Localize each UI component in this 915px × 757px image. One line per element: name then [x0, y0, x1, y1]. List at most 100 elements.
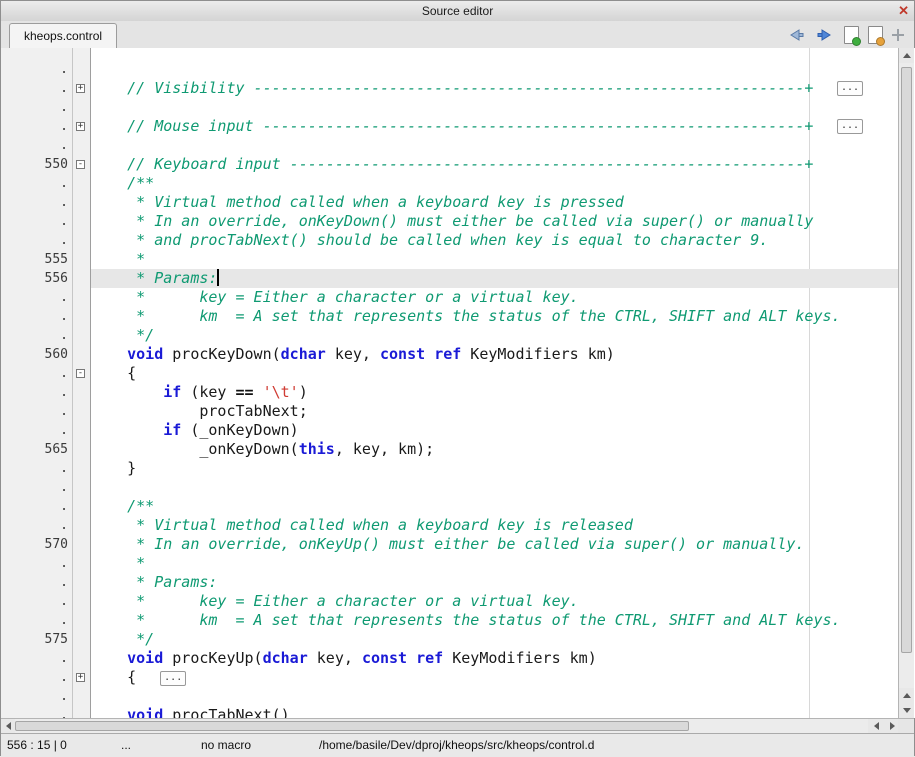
- code-text[interactable]: * km = A set that represents the status …: [91, 611, 900, 630]
- code-line[interactable]: 560 void procKeyDown(dchar key, const re…: [1, 345, 900, 364]
- document-green-icon[interactable]: [844, 26, 859, 44]
- fold-toggle-icon[interactable]: +: [76, 673, 85, 682]
- code-line[interactable]: . *: [1, 554, 900, 573]
- code-line[interactable]: .: [1, 687, 900, 706]
- dock-handle-icon[interactable]: [892, 29, 904, 41]
- code-text[interactable]: {: [91, 364, 900, 383]
- code-text[interactable]: [91, 60, 900, 79]
- code-line[interactable]: .+ // Visibility -----------------------…: [1, 79, 900, 98]
- code-text[interactable]: */: [91, 326, 900, 345]
- scroll-up-button-2[interactable]: [899, 688, 914, 703]
- scroll-up-button[interactable]: [899, 48, 914, 63]
- folded-code-ellipsis[interactable]: ...: [160, 671, 186, 686]
- code-text[interactable]: * km = A set that represents the status …: [91, 307, 900, 326]
- code-line[interactable]: . * km = A set that represents the statu…: [1, 611, 900, 630]
- code-text[interactable]: * In an override, onKeyUp() must either …: [91, 535, 900, 554]
- code-line[interactable]: . */: [1, 326, 900, 345]
- code-text[interactable]: [91, 478, 900, 497]
- code-text[interactable]: * Virtual method called when a keyboard …: [91, 516, 900, 535]
- code-text[interactable]: procTabNext;: [91, 402, 900, 421]
- go-back-icon[interactable]: [786, 27, 806, 43]
- code-line[interactable]: . * Virtual method called when a keyboar…: [1, 516, 900, 535]
- code-line[interactable]: . /**: [1, 174, 900, 193]
- code-line[interactable]: .: [1, 60, 900, 79]
- code-line[interactable]: . if (_onKeyDown): [1, 421, 900, 440]
- code-line[interactable]: 575 */: [1, 630, 900, 649]
- code-text[interactable]: // Mouse input -------------------------…: [91, 117, 900, 136]
- code-line[interactable]: .: [1, 478, 900, 497]
- code-rows[interactable]: ..+ // Visibility ----------------------…: [1, 60, 900, 718]
- code-text[interactable]: /**: [91, 174, 900, 193]
- scroll-left-button[interactable]: [1, 719, 15, 733]
- folded-code-ellipsis[interactable]: ...: [837, 119, 863, 134]
- code-line[interactable]: 555 *: [1, 250, 900, 269]
- code-line[interactable]: . * In an override, onKeyDown() must eit…: [1, 212, 900, 231]
- fold-gutter-cell: [73, 516, 91, 535]
- code-text[interactable]: }: [91, 459, 900, 478]
- go-forward-icon[interactable]: [815, 27, 835, 43]
- code-line[interactable]: . * Params:: [1, 573, 900, 592]
- code-line[interactable]: 556 * Params:: [1, 269, 900, 288]
- code-line[interactable]: . * km = A set that represents the statu…: [1, 307, 900, 326]
- code-text[interactable]: void procTabNext(): [91, 706, 900, 718]
- code-text[interactable]: * Params:: [91, 269, 900, 288]
- close-icon[interactable]: ✕: [898, 1, 909, 21]
- code-line[interactable]: . procTabNext;: [1, 402, 900, 421]
- code-line[interactable]: 570 * In an override, onKeyUp() must eit…: [1, 535, 900, 554]
- code-text[interactable]: // Visibility --------------------------…: [91, 79, 900, 98]
- code-text[interactable]: void procKeyDown(dchar key, const ref Ke…: [91, 345, 900, 364]
- code-text[interactable]: void procKeyUp(dchar key, const ref KeyM…: [91, 649, 900, 668]
- code-line[interactable]: .+ {...: [1, 668, 900, 687]
- fold-toggle-icon[interactable]: -: [76, 160, 85, 169]
- fold-toggle-icon[interactable]: +: [76, 122, 85, 131]
- code-line[interactable]: .: [1, 98, 900, 117]
- code-line[interactable]: . * and procTabNext() should be called w…: [1, 231, 900, 250]
- horizontal-scroll-thumb[interactable]: [15, 721, 689, 731]
- folded-code-ellipsis[interactable]: ...: [837, 81, 863, 96]
- code-text[interactable]: [91, 98, 900, 117]
- code-text[interactable]: * In an override, onKeyDown() must eithe…: [91, 212, 900, 231]
- code-line[interactable]: 565 _onKeyDown(this, key, km);: [1, 440, 900, 459]
- code-text[interactable]: * key = Either a character or a virtual …: [91, 288, 900, 307]
- code-text[interactable]: * and procTabNext() should be called whe…: [91, 231, 900, 250]
- code-editor[interactable]: ..+ // Visibility ----------------------…: [1, 48, 915, 718]
- code-text[interactable]: */: [91, 630, 900, 649]
- fold-toggle-icon[interactable]: -: [76, 369, 85, 378]
- tab-kheops-control[interactable]: kheops.control: [9, 23, 117, 48]
- code-line[interactable]: .+ // Mouse input ----------------------…: [1, 117, 900, 136]
- code-line[interactable]: . void procTabNext(): [1, 706, 900, 718]
- code-line[interactable]: 550- // Keyboard input -----------------…: [1, 155, 900, 174]
- vertical-scroll-thumb[interactable]: [901, 67, 912, 653]
- scroll-down-button[interactable]: [899, 703, 914, 718]
- code-line[interactable]: . if (key == '\t'): [1, 383, 900, 402]
- vertical-scrollbar[interactable]: [898, 48, 914, 718]
- code-text[interactable]: *: [91, 554, 900, 573]
- code-line[interactable]: . void procKeyUp(dchar key, const ref Ke…: [1, 649, 900, 668]
- code-line[interactable]: . /**: [1, 497, 900, 516]
- code-line[interactable]: .- {: [1, 364, 900, 383]
- code-text[interactable]: // Keyboard input ----------------------…: [91, 155, 900, 174]
- code-line[interactable]: . }: [1, 459, 900, 478]
- code-text[interactable]: _onKeyDown(this, key, km);: [91, 440, 900, 459]
- scroll-left-button-2[interactable]: [868, 719, 884, 733]
- code-text[interactable]: if (key == '\t'): [91, 383, 900, 402]
- code-text[interactable]: {...: [91, 668, 900, 687]
- code-text[interactable]: [91, 136, 900, 155]
- horizontal-scrollbar[interactable]: [1, 718, 900, 733]
- down-arrow-icon: [903, 708, 911, 717]
- code-text[interactable]: /**: [91, 497, 900, 516]
- code-text[interactable]: *: [91, 250, 900, 269]
- code-line[interactable]: . * Virtual method called when a keyboar…: [1, 193, 900, 212]
- titlebar[interactable]: Source editor ✕: [1, 1, 914, 22]
- code-text[interactable]: * key = Either a character or a virtual …: [91, 592, 900, 611]
- line-number: .: [1, 459, 73, 478]
- fold-toggle-icon[interactable]: +: [76, 84, 85, 93]
- document-orange-icon[interactable]: [868, 26, 883, 44]
- code-line[interactable]: . * key = Either a character or a virtua…: [1, 288, 900, 307]
- code-text[interactable]: * Params:: [91, 573, 900, 592]
- code-text[interactable]: [91, 687, 900, 706]
- code-line[interactable]: . * key = Either a character or a virtua…: [1, 592, 900, 611]
- code-text[interactable]: if (_onKeyDown): [91, 421, 900, 440]
- code-text[interactable]: * Virtual method called when a keyboard …: [91, 193, 900, 212]
- code-line[interactable]: .: [1, 136, 900, 155]
